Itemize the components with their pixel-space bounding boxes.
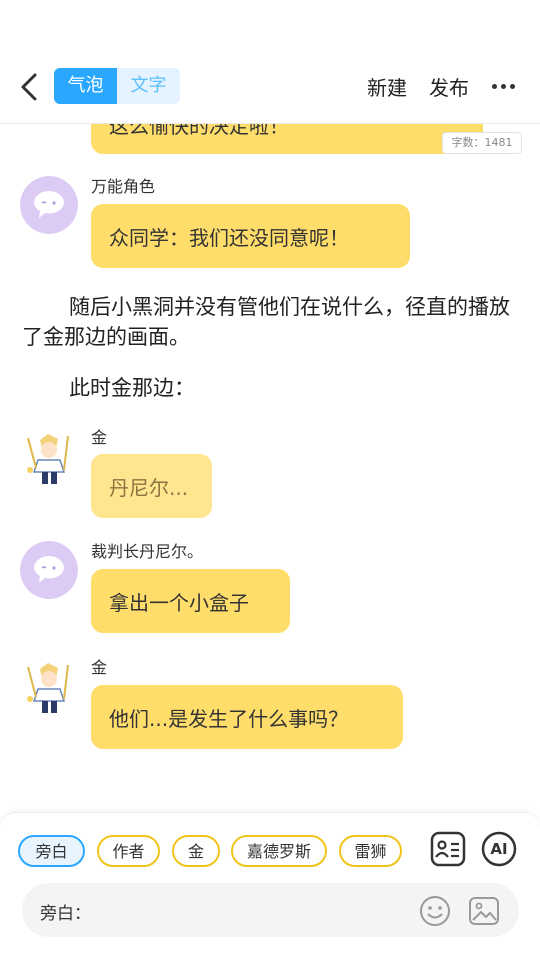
image-button[interactable]: [468, 895, 500, 927]
mode-bubble-tab[interactable]: 气泡: [54, 68, 117, 104]
avatar[interactable]: [20, 430, 78, 488]
mode-text-tab[interactable]: 文字: [117, 68, 180, 104]
message-bubble[interactable]: 众同学：我们还没同意呢！: [91, 204, 410, 268]
role-card-icon: [430, 831, 466, 867]
role-chip-jin[interactable]: 金: [172, 835, 220, 867]
avatar[interactable]: [20, 541, 78, 599]
chat-area[interactable]: 这么愉快的决定啦！ 字数：1481 万能角色 众同学：我们还没同意呢！ 随后小黑…: [0, 124, 540, 814]
role-chip-jiadeluosi[interactable]: 嘉德罗斯: [231, 835, 327, 867]
back-arrow-icon: [21, 73, 37, 101]
more-button[interactable]: [492, 76, 520, 96]
ai-button[interactable]: AI: [481, 831, 517, 867]
speaker-name: 金: [91, 428, 108, 447]
publish-button[interactable]: 发布: [429, 72, 469, 101]
back-button[interactable]: [14, 70, 44, 104]
message-text: 拿出一个小盒子: [109, 590, 249, 615]
message-bubble[interactable]: 他们...是发生了什么事吗？: [91, 685, 403, 749]
message-text: 丹尼尔...: [109, 475, 189, 500]
emoji-icon: [420, 896, 450, 926]
ghost-avatar-icon: [20, 176, 78, 234]
message-text: 他们...是发生了什么事吗？: [109, 706, 349, 731]
speaker-name: 裁判长丹尼尔。: [91, 542, 204, 561]
ai-label: AI: [490, 840, 508, 858]
message-bubble[interactable]: 拿出一个小盒子: [91, 569, 290, 633]
narration-text: 随后小黑洞并没有管他们在说什么，径直的播放了金那边的画面。: [22, 295, 510, 349]
top-bar: 气泡 文字 新建 发布: [0, 0, 540, 124]
emoji-button[interactable]: [419, 895, 451, 927]
character-avatar-icon: [20, 430, 78, 488]
narration-text: 此时金那边：: [69, 376, 195, 400]
word-count-badge: 字数：1481: [442, 132, 522, 154]
avatar[interactable]: [20, 176, 78, 234]
speaker-name: 万能角色: [91, 177, 156, 196]
message-bubble[interactable]: 这么愉快的决定啦！: [91, 124, 483, 154]
role-card-button[interactable]: [430, 831, 466, 867]
role-chip-narrator[interactable]: 旁白: [18, 835, 85, 867]
composer-panel: 旁白 作者 金 嘉德罗斯 雷狮 AI 旁白：: [0, 812, 540, 960]
role-chip-author[interactable]: 作者: [97, 835, 160, 867]
ghost-avatar-icon: [20, 541, 78, 599]
mode-toggle: 气泡 文字: [54, 68, 180, 104]
more-dots-icon: [492, 83, 497, 89]
message-text: 众同学：我们还没同意呢！: [109, 225, 349, 250]
avatar[interactable]: [20, 659, 78, 717]
new-button[interactable]: 新建: [367, 72, 407, 101]
speaker-name: 金: [91, 658, 108, 677]
message-bubble[interactable]: 丹尼尔...: [91, 454, 212, 518]
message-input[interactable]: 旁白：: [22, 883, 519, 937]
image-icon: [469, 897, 499, 925]
message-text: 这么愉快的决定啦！: [109, 124, 289, 138]
role-chip-leishi[interactable]: 雷狮: [339, 835, 402, 867]
character-avatar-icon: [20, 659, 78, 717]
input-role-label: 旁白：: [40, 904, 91, 924]
